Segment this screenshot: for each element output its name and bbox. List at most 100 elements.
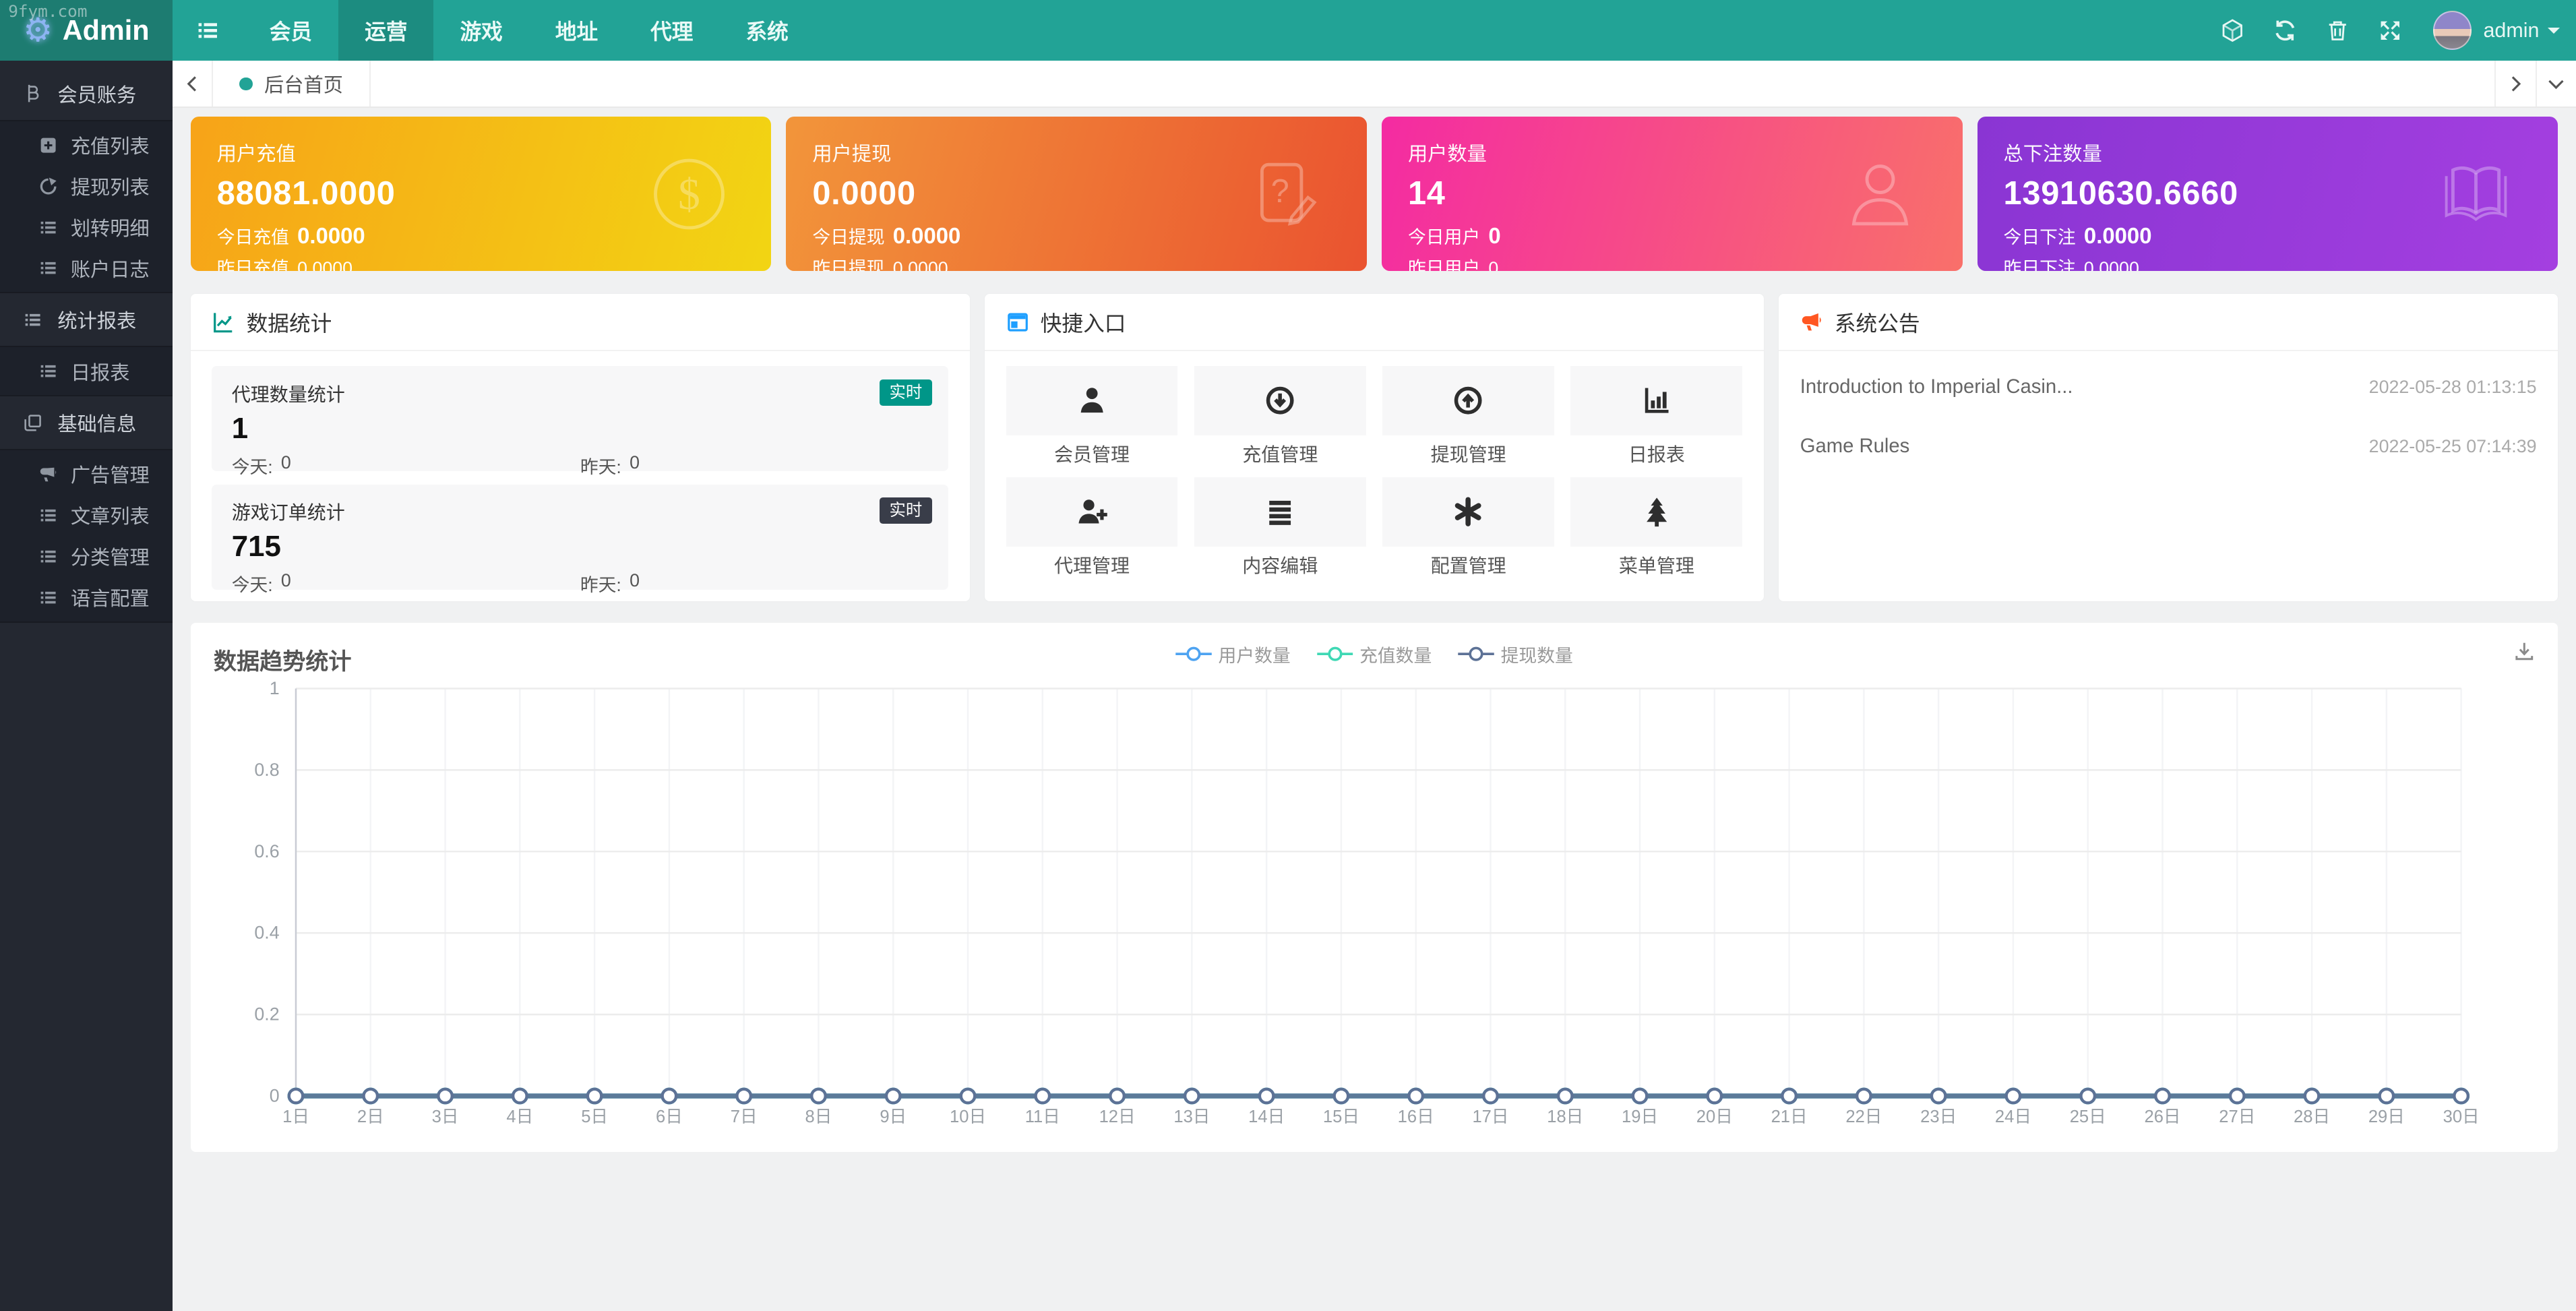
shortcut-配置管理[interactable]: 配置管理 [1382,477,1554,577]
nav-item-3[interactable]: 游戏 [433,0,528,61]
svg-text:10日: 10日 [950,1107,986,1126]
sidebar-item-提现列表[interactable]: 提现列表 [0,166,173,207]
stat-card-yesterday: 昨日下注0.0000 [2004,253,2532,271]
sidebar-item-label: 广告管理 [71,460,150,488]
panels-row: 数据统计 代理数量统计实时1今天:0昨天:0游戏订单统计实时715今天:0昨天:… [191,294,2558,601]
tab-home[interactable]: 后台首页 [213,61,371,106]
sidebar-item-label: 充值列表 [71,131,150,159]
sidebar-item-广告管理[interactable]: 广告管理 [0,454,173,495]
sidebar-item-文章列表[interactable]: 文章列表 [0,495,173,536]
sidebar-item-语言配置[interactable]: 语言配置 [0,577,173,618]
stat-today-label: 今日提现 [812,222,884,249]
nav-item-5[interactable]: 代理 [624,0,719,61]
shortcut-icon-box [1570,477,1742,546]
legend-marker [1458,646,1494,662]
trend-line-chart: 00.20.40.60.811日2日3日4日5日6日7日8日9日10日11日12… [191,675,2558,1145]
shortcuts-body: 会员管理充值管理提现管理日报表代理管理内容编辑配置管理菜单管理 [985,351,1764,601]
list-icon [22,310,44,330]
shortcuts-title: 快捷入口 [1041,307,1126,338]
svg-text:0.4: 0.4 [254,923,279,943]
circle-arrow-down-icon [1264,385,1295,416]
legend-marker [1317,646,1353,662]
download-icon[interactable] [2512,639,2537,664]
notice-body: Introduction to Imperial Casin...2022-05… [1779,351,2558,601]
nav-item-2[interactable]: 运营 [338,0,433,61]
realtime-badge: 实时 [880,379,932,406]
circle-arrow-up-icon [1452,385,1483,416]
trash-button[interactable] [2311,0,2364,61]
legend-item-提现数量[interactable]: 提现数量 [1458,641,1573,667]
shortcut-会员管理[interactable]: 会员管理 [1006,366,1178,466]
tabs-scroll-right-button[interactable] [2494,61,2536,106]
stat-today-label: 今日用户 [1408,222,1480,249]
svg-text:21日: 21日 [1771,1107,1807,1126]
svg-text:18日: 18日 [1547,1107,1583,1126]
shortcut-icon-box [1194,366,1366,435]
mini-today-label: 今天: [232,570,273,597]
svg-text:16日: 16日 [1397,1107,1434,1126]
sidebar-item-充值列表[interactable]: 充值列表 [0,125,173,166]
sidebar-item-划转明细[interactable]: 划转明细 [0,207,173,248]
legend-item-充值数量[interactable]: 充值数量 [1317,641,1432,667]
shortcut-充值管理[interactable]: 充值管理 [1194,366,1366,466]
hexagon-button[interactable] [2206,0,2259,61]
stat-yesterday-value: 0.0000 [297,258,352,271]
legend-item-用户数量[interactable]: 用户数量 [1175,641,1291,667]
svg-text:1: 1 [269,678,279,698]
legend-label: 充值数量 [1359,641,1432,667]
sidebar-group-2[interactable]: 统计报表 [0,293,173,346]
mini-card-label: 代理数量统计 [232,379,929,407]
tabs-scroll-left-button[interactable] [173,61,214,106]
user-name: admin [2483,19,2539,42]
chart-legend: 用户数量 充值数量提现数量 [1175,641,1573,667]
sidebar-group-1[interactable]: 会员账务 [0,67,173,120]
user-menu[interactable]: admin [2483,19,2559,42]
avatar[interactable] [2433,11,2472,50]
legend-label: 用户数量 [1219,641,1291,667]
stat-yesterday-label: 昨日下注 [2004,253,2076,271]
sidebar-item-账户日志[interactable]: 账户日志 [0,248,173,289]
refresh-button[interactable] [2259,0,2311,61]
sidebar-item-label: 提现列表 [71,172,150,200]
sidebar-item-日报表[interactable]: 日报表 [0,350,173,392]
stat-today-value: 0.0000 [2084,223,2152,249]
mini-card-row: 今天:0昨天:0 [232,452,929,479]
nav-item-4[interactable]: 地址 [529,0,624,61]
shortcut-label: 菜单管理 [1570,555,1742,578]
notice-item-1[interactable]: Introduction to Imperial Casin...2022-05… [1800,358,2537,417]
shortcut-label: 会员管理 [1006,444,1178,466]
dollar-circle-icon: $ [650,154,729,233]
expand-button[interactable] [2364,0,2416,61]
sidebar-group-3[interactable]: 基础信息 [0,396,173,449]
user-plus-icon [1076,496,1107,527]
svg-text:11日: 11日 [1024,1107,1060,1126]
svg-text:0.6: 0.6 [254,841,279,861]
shortcut-菜单管理[interactable]: 菜单管理 [1570,477,1742,577]
shortcut-内容编辑[interactable]: 内容编辑 [1194,477,1366,577]
shortcut-代理管理[interactable]: 代理管理 [1006,477,1178,577]
mini-card-value: 1 [232,412,929,446]
stat-today-label: 今日充值 [217,222,289,249]
svg-text:23日: 23日 [1920,1107,1957,1126]
stat-today-value: 0.0000 [297,223,365,249]
tabs-more-button[interactable] [2536,61,2576,106]
nav-item-6[interactable]: 系统 [719,0,814,61]
stat-yesterday-label: 昨日提现 [812,253,884,271]
svg-text:27日: 27日 [2219,1107,2255,1126]
shortcut-icon-box [1194,477,1366,546]
chart-line-icon [212,311,235,334]
svg-text:8日: 8日 [805,1107,832,1126]
shortcut-日报表[interactable]: 日报表 [1570,366,1742,466]
shortcut-icon-box [1570,366,1742,435]
notice-item-2[interactable]: Game Rules2022-05-25 07:14:39 [1800,417,2537,477]
stat-yesterday-label: 昨日用户 [1408,253,1480,271]
menu-collapse-button[interactable] [173,0,243,61]
svg-text:26日: 26日 [2144,1107,2180,1126]
shortcut-提现管理[interactable]: 提现管理 [1382,366,1554,466]
tab-bar: 后台首页 [173,61,2576,108]
sidebar-item-分类管理[interactable]: 分类管理 [0,536,173,577]
asterisk-icon [1452,496,1483,527]
stat-mini-card-1: 代理数量统计实时1今天:0昨天:0 [212,366,948,471]
nav-item-1[interactable]: 会员 [243,0,338,61]
legend-marker [1175,646,1212,662]
